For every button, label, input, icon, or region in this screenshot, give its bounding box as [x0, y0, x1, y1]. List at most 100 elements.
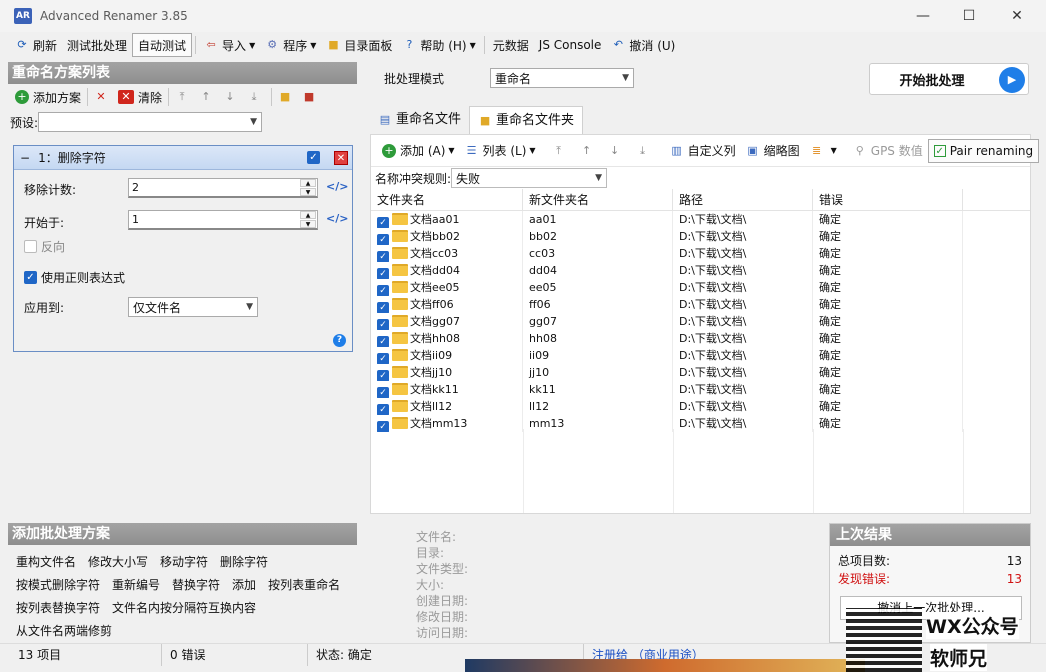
- code-icon[interactable]: </>: [326, 212, 348, 225]
- open-preset-button[interactable]: ■: [275, 85, 299, 109]
- tab-rename-folders[interactable]: ■ 重命名文件夹: [469, 106, 584, 134]
- spin-up-icon[interactable]: ▲: [300, 179, 316, 187]
- minimize-button[interactable]: —: [900, 0, 946, 32]
- table-row[interactable]: ✓ 文档gg07 gg07 D:\下载\文档\ 确定: [371, 313, 1030, 330]
- row-checkbox[interactable]: ✓: [377, 319, 389, 330]
- program-menu[interactable]: ⚙ 程序 ▼: [260, 33, 321, 57]
- remove-count-input[interactable]: 2 ▲ ▼: [128, 178, 318, 198]
- collapse-icon[interactable]: −: [20, 151, 30, 165]
- row-checkbox[interactable]: ✓: [377, 285, 389, 296]
- move-top-button[interactable]: ⤒: [547, 139, 575, 163]
- refresh-icon: ⟳: [17, 38, 27, 51]
- move-up-button[interactable]: ↑: [196, 85, 220, 109]
- move-bottom-button[interactable]: ⤓: [244, 85, 268, 109]
- add-method-item[interactable]: 按列表重命名: [268, 578, 340, 592]
- column-error[interactable]: 错误: [813, 189, 963, 210]
- method-header[interactable]: − 1：删除字符 ✓ ✕: [14, 146, 352, 170]
- table-row[interactable]: ✓ 文档bb02 bb02 D:\下载\文档\ 确定: [371, 228, 1030, 245]
- tab-rename-files[interactable]: ▤ 重命名文件: [370, 106, 469, 134]
- dir-panel-button[interactable]: ■ 目录面板: [321, 33, 397, 57]
- start-batch-button[interactable]: 开始批处理 ▶: [869, 63, 1029, 95]
- add-method-item[interactable]: 从文件名两端修剪: [16, 624, 112, 638]
- reverse-checkbox[interactable]: [24, 240, 37, 253]
- table-row[interactable]: ✓ 文档ll12 ll12 D:\下载\文档\ 确定: [371, 398, 1030, 415]
- undo-button[interactable]: ↶ 撤消 (U): [606, 33, 680, 57]
- row-checkbox[interactable]: ✓: [377, 404, 389, 415]
- method-remove-button[interactable]: ✕: [334, 150, 348, 165]
- table-row[interactable]: ✓ 文档hh08 hh08 D:\下载\文档\ 确定: [371, 330, 1030, 347]
- table-row[interactable]: ✓ 文档ii09 ii09 D:\下载\文档\ 确定: [371, 347, 1030, 364]
- row-checkbox[interactable]: ✓: [377, 336, 389, 347]
- add-method-item[interactable]: 重构文件名: [16, 555, 76, 569]
- help-menu[interactable]: ? 帮助 (H) ▼: [397, 33, 480, 57]
- custom-columns-button[interactable]: ▥ 自定义列: [665, 139, 741, 163]
- add-method-item[interactable]: 文件名内按分隔符互换内容: [112, 601, 256, 615]
- row-checkbox[interactable]: ✓: [377, 370, 389, 381]
- apply-to-select[interactable]: 仅文件名 ▼: [128, 297, 258, 317]
- pair-renaming-toggle[interactable]: ✓ Pair renaming: [927, 138, 1040, 163]
- add-files-menu[interactable]: + 添加 (A) ▼: [377, 139, 460, 163]
- delete-method-button[interactable]: ✕: [91, 85, 115, 109]
- clear-button[interactable]: ✕ 清除: [115, 85, 165, 109]
- table-row[interactable]: ✓ 文档cc03 cc03 D:\下载\文档\ 确定: [371, 245, 1030, 262]
- column-new-folder-name[interactable]: 新文件夹名: [523, 189, 673, 210]
- table-row[interactable]: ✓ 文档aa01 aa01 D:\下载\文档\ 确定: [371, 211, 1030, 228]
- row-checkbox[interactable]: ✓: [377, 353, 389, 364]
- table-row[interactable]: ✓ 文档kk11 kk11 D:\下载\文档\ 确定: [371, 381, 1030, 398]
- move-top-button[interactable]: ⤒: [172, 85, 196, 109]
- row-checkbox[interactable]: ✓: [377, 251, 389, 262]
- help-icon[interactable]: ?: [333, 334, 346, 347]
- save-preset-button[interactable]: ■: [299, 85, 323, 109]
- batch-mode-select[interactable]: 重命名 ▼: [490, 68, 634, 88]
- add-method-item[interactable]: 删除字符: [220, 555, 268, 569]
- column-path[interactable]: 路径: [673, 189, 813, 210]
- add-method-item[interactable]: 添加: [232, 578, 256, 592]
- close-button[interactable]: ✕: [994, 0, 1040, 32]
- import-menu[interactable]: ⇦ 导入 ▼: [199, 33, 260, 57]
- use-regex-checkbox[interactable]: ✓: [24, 271, 37, 284]
- js-console-button[interactable]: JS Console: [534, 33, 607, 57]
- row-checkbox[interactable]: ✓: [377, 268, 389, 279]
- move-down-button[interactable]: ↓: [603, 139, 631, 163]
- row-checkbox[interactable]: ✓: [377, 217, 389, 228]
- spin-down-icon[interactable]: ▼: [300, 220, 316, 228]
- add-method-item[interactable]: 移动字符: [160, 555, 208, 569]
- row-checkbox[interactable]: ✓: [377, 387, 389, 398]
- row-checkbox[interactable]: ✓: [377, 234, 389, 245]
- table-row[interactable]: ✓ 文档ee05 ee05 D:\下载\文档\ 确定: [371, 279, 1030, 296]
- move-bottom-button[interactable]: ⤓: [631, 139, 659, 163]
- preset-select[interactable]: ▼: [38, 112, 263, 132]
- table-row[interactable]: ✓ 文档jj10 jj10 D:\下载\文档\ 确定: [371, 364, 1030, 381]
- spin-down-icon[interactable]: ▼: [300, 188, 316, 196]
- method-enabled-checkbox[interactable]: ✓: [307, 151, 320, 164]
- table-row[interactable]: ✓ 文档mm13 mm13 D:\下载\文档\ 确定: [371, 415, 1030, 432]
- spin-up-icon[interactable]: ▲: [300, 211, 316, 219]
- auto-test-toggle[interactable]: 自动测试: [132, 33, 193, 57]
- use-regex-row[interactable]: ✓ 使用正则表达式: [24, 269, 125, 286]
- add-method-item[interactable]: 替换字符: [172, 578, 220, 592]
- color-menu[interactable]: ≣ ▼: [805, 139, 842, 163]
- table-row[interactable]: ✓ 文档dd04 dd04 D:\下载\文档\ 确定: [371, 262, 1030, 279]
- maximize-button[interactable]: ☐: [946, 0, 992, 32]
- gps-button[interactable]: ⚲ GPS 数值: [848, 139, 928, 163]
- add-method-item[interactable]: 按列表替换字符: [16, 601, 100, 615]
- list-menu[interactable]: ☰ 列表 (L) ▼: [460, 139, 541, 163]
- row-checkbox[interactable]: ✓: [377, 302, 389, 313]
- refresh-button[interactable]: ⟳ 刷新: [10, 33, 62, 57]
- thumbnails-button[interactable]: ▣ 缩略图: [741, 139, 805, 163]
- add-method-item[interactable]: 按模式删除字符: [16, 578, 100, 592]
- table-row[interactable]: ✓ 文档ff06 ff06 D:\下载\文档\ 确定: [371, 296, 1030, 313]
- test-batch-button[interactable]: 测试批处理: [62, 33, 132, 57]
- add-method-item[interactable]: 修改大小写: [88, 555, 148, 569]
- column-folder-name[interactable]: 文件夹名: [371, 189, 523, 210]
- move-down-button[interactable]: ↓: [220, 85, 244, 109]
- reverse-checkbox-row[interactable]: 反向: [24, 238, 65, 255]
- code-icon[interactable]: </>: [326, 180, 348, 193]
- add-method-item[interactable]: 重新编号: [112, 578, 160, 592]
- row-checkbox[interactable]: ✓: [377, 421, 389, 432]
- move-up-button[interactable]: ↑: [575, 139, 603, 163]
- add-method-button[interactable]: + 添加方案: [12, 85, 84, 109]
- start-at-input[interactable]: 1 ▲ ▼: [128, 210, 318, 230]
- metadata-button[interactable]: 元数据: [488, 33, 534, 57]
- conflict-select[interactable]: 失败 ▼: [451, 168, 608, 188]
